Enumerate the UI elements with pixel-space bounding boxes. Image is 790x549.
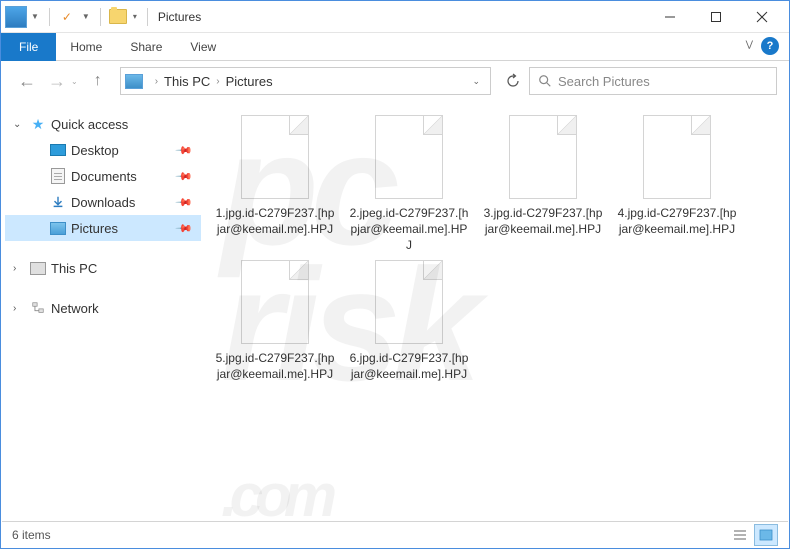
file-name: 2.jpeg.id-C279F237.[hpjar@keemail.me].HP… [349, 205, 469, 254]
close-button[interactable] [739, 1, 785, 33]
sidebar-item-desktop[interactable]: Desktop 📌 [5, 137, 201, 163]
back-button[interactable]: ← [13, 67, 41, 95]
desktop-icon [49, 141, 67, 159]
sidebar-item-pictures[interactable]: Pictures 📌 [5, 215, 201, 241]
qat-newfolder-icon[interactable] [107, 6, 129, 28]
file-name: 3.jpg.id-C279F237.[hpjar@keemail.me].HPJ [483, 205, 603, 237]
breadcrumb-part[interactable]: This PC [164, 74, 210, 89]
chevron-right-icon[interactable]: › [13, 263, 25, 274]
minimize-button[interactable] [647, 1, 693, 33]
address-bar[interactable]: › This PC › Pictures ⌄ [120, 67, 491, 95]
file-name: 5.jpg.id-C279F237.[hpjar@keemail.me].HPJ [215, 350, 335, 382]
app-icon [5, 6, 27, 28]
file-icon [375, 260, 443, 344]
forward-button[interactable]: → [43, 67, 71, 95]
documents-icon [49, 167, 67, 185]
file-icon [241, 115, 309, 199]
refresh-button[interactable] [499, 67, 527, 95]
sidebar-item-label: Pictures [71, 221, 118, 236]
sidebar-label: Network [51, 301, 99, 316]
ribbon: File Home Share View ⋁ ? [1, 33, 789, 61]
file-tab[interactable]: File [1, 33, 56, 61]
tab-home[interactable]: Home [56, 33, 116, 61]
file-item[interactable]: 4.jpg.id-C279F237.[hpjar@keemail.me].HPJ [617, 115, 737, 254]
app-menu-drop-icon[interactable]: ▼ [31, 12, 39, 21]
status-bar: 6 items [2, 521, 788, 547]
network-icon [29, 299, 47, 317]
navigation-pane: ⌄ ★ Quick access Desktop 📌 Documents 📌 D… [1, 101, 205, 520]
downloads-icon [49, 193, 67, 211]
sidebar-item-downloads[interactable]: Downloads 📌 [5, 189, 201, 215]
sidebar-network[interactable]: › Network [5, 295, 201, 321]
sidebar-item-label: Desktop [71, 143, 119, 158]
star-icon: ★ [29, 115, 47, 133]
search-placeholder: Search Pictures [558, 74, 650, 89]
file-icon [643, 115, 711, 199]
sidebar-item-label: Documents [71, 169, 137, 184]
file-item[interactable]: 5.jpg.id-C279F237.[hpjar@keemail.me].HPJ [215, 260, 335, 382]
maximize-button[interactable] [693, 1, 739, 33]
file-icon [509, 115, 577, 199]
tab-view[interactable]: View [176, 33, 230, 61]
search-input[interactable]: Search Pictures [529, 67, 777, 95]
search-icon [538, 74, 552, 88]
ribbon-collapse-icon[interactable]: ⋁ [746, 39, 753, 50]
pictures-icon [49, 219, 67, 237]
file-name: 4.jpg.id-C279F237.[hpjar@keemail.me].HPJ [617, 205, 737, 237]
file-item[interactable]: 2.jpeg.id-C279F237.[hpjar@keemail.me].HP… [349, 115, 469, 254]
sidebar-item-label: Downloads [71, 195, 135, 210]
sidebar-label: Quick access [51, 117, 128, 132]
file-item[interactable]: 6.jpg.id-C279F237.[hpjar@keemail.me].HPJ [349, 260, 469, 382]
qat-drop-icon[interactable]: ▼ [82, 12, 90, 21]
nav-row: ← → ⌄ ↑ › This PC › Pictures ⌄ Search Pi… [1, 61, 789, 101]
chevron-down-icon[interactable]: ⌄ [13, 119, 25, 130]
pin-icon: 📌 [175, 167, 194, 186]
file-icon [375, 115, 443, 199]
history-drop-icon[interactable]: ⌄ [71, 77, 78, 86]
separator [49, 8, 50, 26]
pin-icon: 📌 [175, 141, 194, 160]
view-thumbnails-button[interactable] [754, 524, 778, 546]
file-item[interactable]: 3.jpg.id-C279F237.[hpjar@keemail.me].HPJ [483, 115, 603, 254]
separator [100, 8, 101, 26]
file-name: 6.jpg.id-C279F237.[hpjar@keemail.me].HPJ [349, 350, 469, 382]
breadcrumb-part[interactable]: Pictures [226, 74, 273, 89]
sidebar-this-pc[interactable]: › This PC [5, 255, 201, 281]
separator [147, 8, 148, 26]
window-title: Pictures [158, 10, 201, 24]
sidebar-item-documents[interactable]: Documents 📌 [5, 163, 201, 189]
view-details-button[interactable] [728, 524, 752, 546]
help-icon[interactable]: ? [761, 37, 779, 55]
address-drop-icon[interactable]: ⌄ [466, 76, 486, 87]
chevron-right-icon[interactable]: › [155, 76, 158, 87]
pin-icon: 📌 [175, 193, 194, 212]
chevron-right-icon[interactable]: › [13, 303, 25, 314]
item-count: 6 items [12, 528, 51, 542]
qat-properties-icon[interactable]: ✓ [56, 6, 78, 28]
location-icon [125, 74, 143, 89]
up-button[interactable]: ↑ [84, 67, 112, 95]
tab-share[interactable]: Share [116, 33, 176, 61]
title-bar: ▼ ✓ ▼ ▾ Pictures [1, 1, 789, 33]
file-item[interactable]: 1.jpg.id-C279F237.[hpjar@keemail.me].HPJ [215, 115, 335, 254]
file-name: 1.jpg.id-C279F237.[hpjar@keemail.me].HPJ [215, 205, 335, 237]
qat-customize-drop-icon[interactable]: ▾ [133, 12, 137, 21]
file-list[interactable]: 1.jpg.id-C279F237.[hpjar@keemail.me].HPJ… [205, 101, 789, 520]
pin-icon: 📌 [175, 219, 194, 238]
computer-icon [29, 259, 47, 277]
chevron-right-icon[interactable]: › [216, 76, 219, 87]
file-icon [241, 260, 309, 344]
sidebar-label: This PC [51, 261, 97, 276]
sidebar-quick-access[interactable]: ⌄ ★ Quick access [5, 111, 201, 137]
